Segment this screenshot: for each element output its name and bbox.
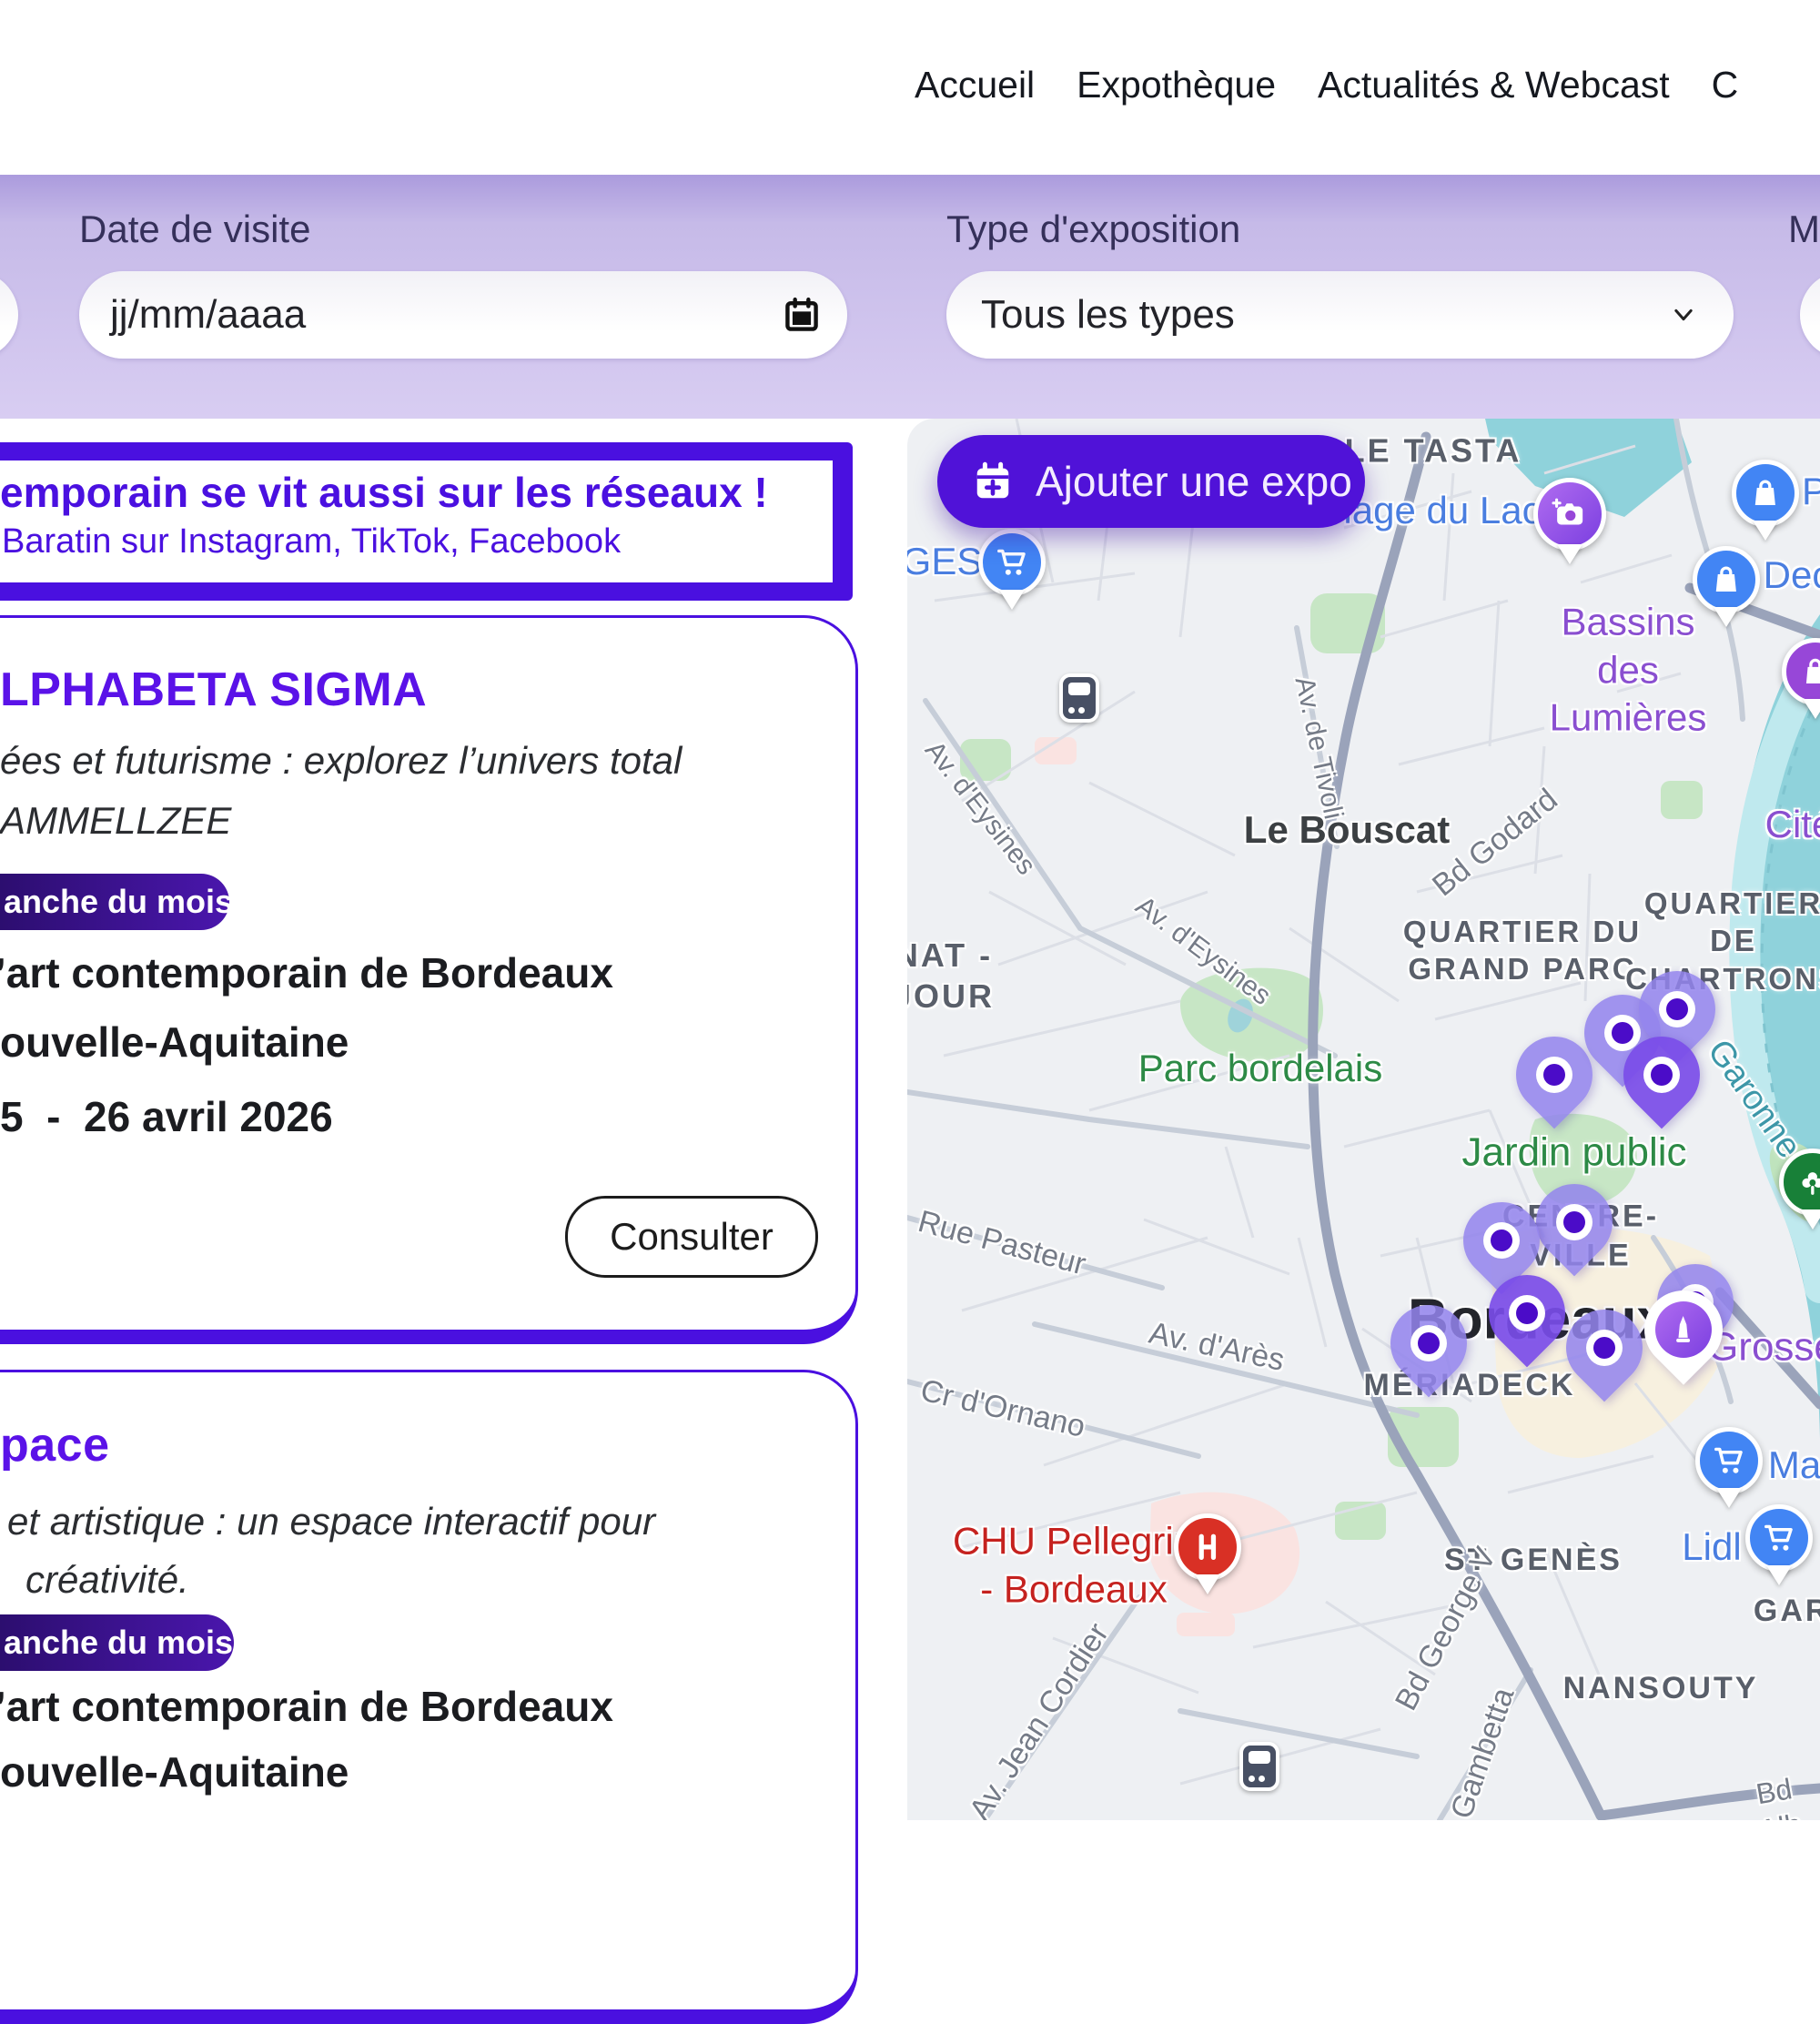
expo-venue: ’art contemporain de Bordeaux [0, 948, 613, 997]
cart-poi-pin[interactable] [978, 529, 1046, 596]
nav-item[interactable]: C [1712, 64, 1739, 106]
top-navigation: Accueil Expothèque Actualités & Webcast C [915, 64, 1738, 106]
social-media-banner [0, 442, 853, 601]
add-expo-button[interactable]: Ajouter une expo [937, 435, 1365, 528]
park-pin-tail [1800, 1209, 1820, 1230]
expo-description-line2: AMMELLZEE [0, 799, 231, 843]
map-label: CHU Pellegrin - Bordeaux [953, 1518, 1195, 1614]
expo-region: ouvelle-Aquitaine [0, 1747, 349, 1796]
expo-pin-dot [1604, 1015, 1641, 1051]
expo-pin-dot [1659, 991, 1695, 1027]
expo-pin-dot [1536, 1057, 1572, 1093]
consulter-button[interactable]: Consulter [565, 1196, 818, 1278]
map-label: MÉRIADECK [1364, 1366, 1576, 1405]
museum-pin-tail [1803, 699, 1820, 719]
expo-pin-dot [1509, 1295, 1545, 1331]
map-label: Mar [1768, 1442, 1820, 1490]
transit-station-icon[interactable] [1059, 673, 1099, 723]
bag-pin-tail [1753, 521, 1778, 541]
type-filter-label: Type d'exposition [946, 207, 1240, 251]
expo-region: ouvelle-Aquitaine [0, 1017, 349, 1067]
exposition-type-select[interactable]: Tous les types [946, 271, 1734, 359]
map-label: Dec [1764, 552, 1820, 600]
badge-pill: anche du mois [0, 874, 229, 930]
map-label: NAT - JOUR [907, 935, 995, 1017]
hospital-pin-tail [1195, 1574, 1220, 1594]
expo-venue: ’art contemporain de Bordeaux [0, 1682, 613, 1731]
map-label: GARE [1754, 1592, 1820, 1631]
map-label: Parc bordelais [1138, 1045, 1382, 1093]
calendar-icon[interactable] [782, 295, 822, 335]
expo-title: pace [0, 1418, 110, 1472]
map-label: lage du Lac [1343, 487, 1541, 535]
expo-pin-dot [1556, 1204, 1592, 1240]
social-banner-subtitle: Baratin sur Instagram, TikTok, Facebook [2, 522, 621, 562]
expo-pin-dot [1410, 1325, 1447, 1361]
expo-description-line2: créativité. [25, 1558, 189, 1602]
map-label: Jardin public [1461, 1128, 1686, 1178]
expo-dates: 5 - 26 avril 2026 [0, 1092, 333, 1141]
camera-pin-tail [1557, 544, 1582, 564]
bag-pin-tail [1714, 607, 1739, 627]
page: { "nav": { "items": [ {"label": "Accueil… [0, 0, 1820, 1820]
map-label: GES [907, 538, 982, 586]
badge-pill: anche du mois [0, 1614, 234, 1671]
expo-description-line1: et artistique : un espace interactif pou… [7, 1500, 655, 1543]
third-filter-input-clipped[interactable] [1800, 271, 1820, 359]
map-label: Lidl [1682, 1523, 1741, 1572]
hospital-poi-pin[interactable] [1174, 1513, 1241, 1581]
map-label: Cité [1765, 801, 1820, 849]
type-select-value: Tous les types [981, 292, 1235, 338]
map-label: Bassins des Lumières [1532, 598, 1724, 742]
cart-pin-tail [1766, 1565, 1792, 1585]
map-label: QUARTIER DU GRAND PARC [1403, 913, 1642, 988]
add-expo-label: Ajouter une expo [1036, 457, 1352, 506]
nav-item[interactable]: Accueil [915, 64, 1035, 106]
map-label: LE TASTA [1345, 430, 1522, 471]
calendar-plus-icon [972, 460, 1014, 502]
nav-item[interactable]: Expothèque [1077, 64, 1276, 106]
cart-pin-tail [999, 590, 1025, 610]
bag-poi-pin[interactable] [1732, 460, 1799, 527]
monument-icon [1655, 1301, 1712, 1358]
social-banner-title: emporain se vit aussi sur les réseaux ! [0, 468, 768, 517]
cart-poi-pin[interactable] [1745, 1504, 1813, 1572]
map-label: Grosse [1707, 1322, 1820, 1372]
third-filter-label: M [1788, 207, 1820, 251]
badge-label: anche du mois [4, 883, 233, 921]
expo-title: LPHABETA SIGMA [0, 663, 427, 717]
expo-pin-dot [1483, 1222, 1520, 1259]
filter-bar: Date de visite jj/mm/aaaa Type d'exposit… [0, 175, 1820, 419]
map-canvas[interactable]: LE TASTALe BouscatQUARTIER DU GRAND PARC… [907, 419, 1820, 1820]
chevron-down-icon [1670, 302, 1697, 328]
bag-poi-pin[interactable] [1693, 546, 1760, 613]
date-placeholder: jj/mm/aaaa [110, 292, 306, 338]
expo-pin-dot [1643, 1057, 1680, 1093]
badge-label: anche du mois [4, 1624, 233, 1662]
city-input-clipped[interactable] [0, 271, 18, 359]
date-filter-label: Date de visite [79, 207, 310, 251]
camera-poi-pin[interactable] [1533, 478, 1606, 551]
cart-poi-pin[interactable] [1695, 1427, 1763, 1494]
map-label: NANSOUTY [1563, 1669, 1759, 1708]
map-label: P [1802, 468, 1820, 516]
expo-description-line1: ées et futurisme : explorez l’univers to… [0, 739, 682, 783]
nav-item[interactable]: Actualités & Webcast [1318, 64, 1670, 106]
visit-date-input[interactable]: jj/mm/aaaa [79, 271, 847, 359]
cart-pin-tail [1716, 1488, 1742, 1508]
expo-pin-dot [1586, 1330, 1623, 1366]
transit-station-icon[interactable] [1239, 1742, 1279, 1791]
